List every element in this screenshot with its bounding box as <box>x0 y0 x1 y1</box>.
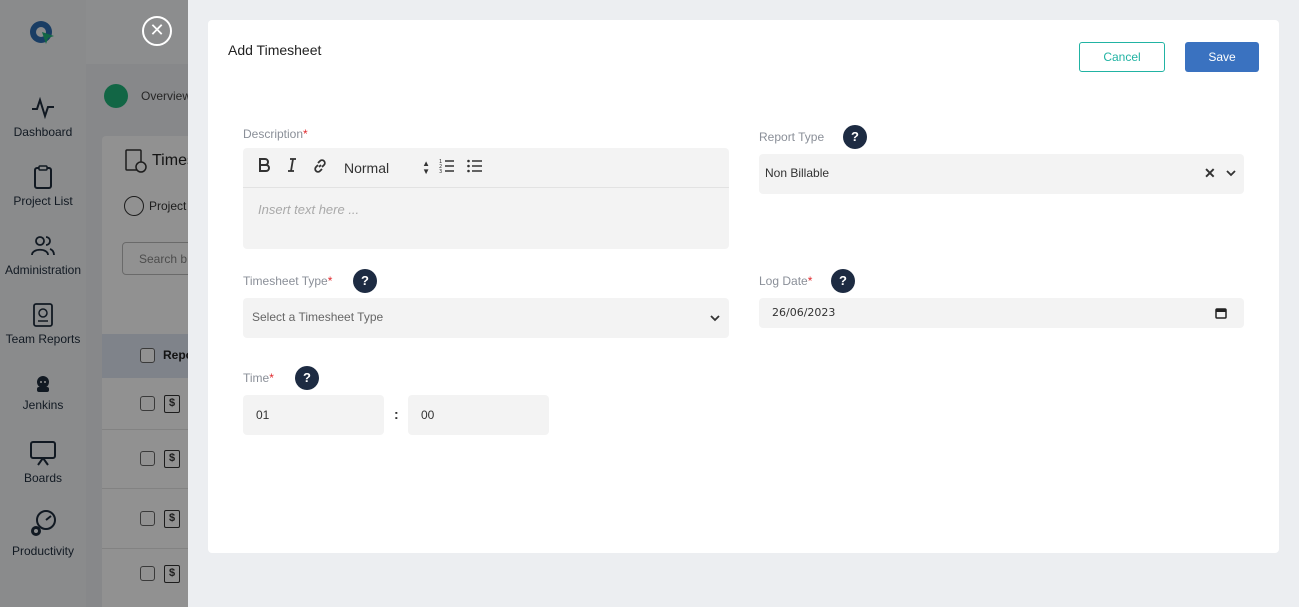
timesheet-type-placeholder: Select a Timesheet Type <box>252 310 384 324</box>
bullet-list-icon <box>467 159 482 173</box>
bullet-list-button[interactable] <box>465 158 485 178</box>
timesheet-type-help-icon[interactable]: ? <box>353 269 377 293</box>
bold-button[interactable] <box>254 158 274 178</box>
log-date-help-icon[interactable]: ? <box>831 269 855 293</box>
report-type-label: Report Type <box>759 130 825 144</box>
required-mark: * <box>807 274 813 288</box>
ordered-list-button[interactable]: 123 <box>437 158 457 178</box>
add-timesheet-form: Add Timesheet Cancel Save Description* N… <box>208 20 1279 553</box>
editor-toolbar: Normal ▲ ▼ 123 <box>243 148 729 188</box>
hours-input[interactable]: 01 <box>243 395 384 435</box>
text-format-value: Normal <box>344 160 390 176</box>
timesheet-type-label: Timesheet Type* <box>243 274 333 288</box>
select-arrows-icon: ▲ ▼ <box>422 159 430 176</box>
save-button[interactable]: Save <box>1185 42 1259 72</box>
link-icon <box>314 159 326 173</box>
report-type-help-icon[interactable]: ? <box>843 125 867 149</box>
time-separator: : <box>394 406 399 422</box>
time-help-icon[interactable]: ? <box>295 366 319 390</box>
chevron-down-icon <box>1226 170 1236 177</box>
report-type-select[interactable]: Non Billable ✕ <box>759 154 1244 194</box>
description-label: Description* <box>243 127 308 141</box>
report-type-value: Non Billable <box>765 166 830 180</box>
timesheet-type-select[interactable]: Select a Timesheet Type <box>243 298 729 338</box>
italic-button[interactable] <box>282 158 302 178</box>
italic-icon <box>288 158 296 172</box>
log-date-value: 26/06/2023 <box>772 306 836 319</box>
close-drawer-button[interactable]: ✕ <box>142 16 172 46</box>
time-label: Time* <box>243 371 274 385</box>
log-date-label: Log Date* <box>759 274 813 288</box>
description-editor: Normal ▲ ▼ 123 Insert text here ... <box>243 148 729 249</box>
ordered-list-icon: 123 <box>439 159 454 175</box>
required-mark: * <box>269 371 274 385</box>
required-mark: * <box>303 127 308 141</box>
chevron-down-icon <box>710 315 720 322</box>
modal-title: Add Timesheet <box>228 42 322 58</box>
description-input[interactable]: Insert text here ... <box>258 202 359 217</box>
text-format-select[interactable]: Normal ▲ ▼ <box>344 158 430 178</box>
log-date-input[interactable]: 26/06/2023 <box>759 298 1244 328</box>
minutes-input[interactable]: 00 <box>408 395 549 435</box>
required-mark: * <box>327 274 333 288</box>
timesheet-drawer: Add Timesheet Cancel Save Description* N… <box>188 0 1299 607</box>
calendar-icon[interactable] <box>1215 307 1227 319</box>
clear-icon[interactable]: ✕ <box>1204 165 1216 182</box>
cancel-button[interactable]: Cancel <box>1079 42 1165 72</box>
bold-icon <box>259 158 270 172</box>
link-button[interactable] <box>310 158 330 178</box>
svg-text:3: 3 <box>439 169 442 174</box>
close-icon: ✕ <box>149 20 165 40</box>
